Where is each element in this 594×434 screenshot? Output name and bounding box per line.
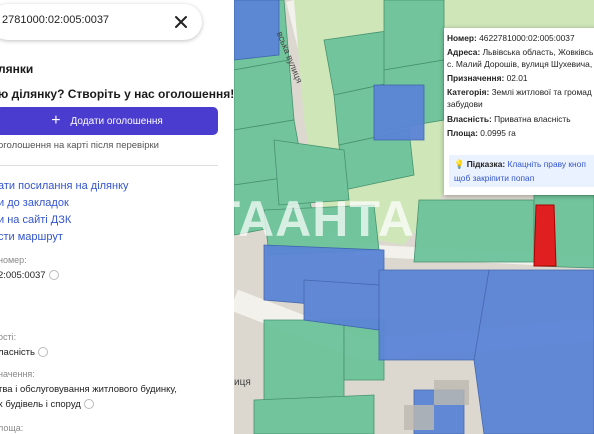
copy-icon[interactable] [48,270,59,281]
cadastral-value: 2:005:0037 [0,270,59,281]
plus-icon: + [51,112,61,129]
verify-note: оголошення на карті після перевірки [0,140,159,151]
street-label-2: иця [234,377,251,388]
purpose-value-line1: тва і обслуговування житлового будинку, [0,384,177,395]
cta-text: ю ділянку? Створіть у нас оголошення! [0,87,234,101]
purpose-value-line2: х будівель і споруд [0,399,94,410]
popup-address-line2: с. Малий Дорошів, вулиця Шухевича, [447,59,593,69]
cadastral-label: номер: [0,255,27,265]
purpose-label: начення: [0,369,35,379]
copy-link-action[interactable]: ати посилання на ділянку [0,180,129,192]
popup-address: Адреса: Львівська область, Жовківсь [447,47,594,57]
close-icon[interactable] [170,11,192,33]
hint-line2: щоб закріпити попап [454,173,535,183]
panel-heading: лянки [0,62,34,76]
info-icon[interactable] [83,399,94,410]
divider [0,165,218,166]
route-action[interactable]: сти маршрут [0,231,63,243]
popup-hint: 💡 Підказка: Клацніть праву кноп щоб закр… [449,155,594,187]
ownership-label: ості: [0,332,17,342]
popup-ownership: Власність: Приватна власність [447,114,571,124]
add-listing-label: Додати оголошення [70,115,163,127]
search-box[interactable]: 2781000:02:005:0037 [0,4,202,40]
add-listing-button[interactable]: + Додати оголошення [0,107,218,135]
popup-number: Номер: 4622781000:02:005:0037 [447,33,575,43]
dzk-site-action[interactable]: и на сайті ДЗК [0,214,71,226]
info-icon[interactable] [37,347,48,358]
watermark: АТААНТА [175,191,415,247]
popup-category: Категорія: Землі житлової та громад [447,87,592,97]
popup-area: Площа: 0.0995 га [447,128,516,138]
search-input[interactable]: 2781000:02:005:0037 [2,14,109,26]
lightbulb-icon: 💡 [454,159,465,169]
hint-line1: 💡 Підказка: Клацніть праву кноп [454,159,586,169]
area-label: лоща: [0,423,24,433]
popup-category-line2: забудови [447,99,483,109]
ownership-value: ласність [0,347,48,358]
bookmark-action[interactable]: и до закладок [0,197,69,209]
popup-purpose: Призначення: 02.01 [447,73,528,83]
